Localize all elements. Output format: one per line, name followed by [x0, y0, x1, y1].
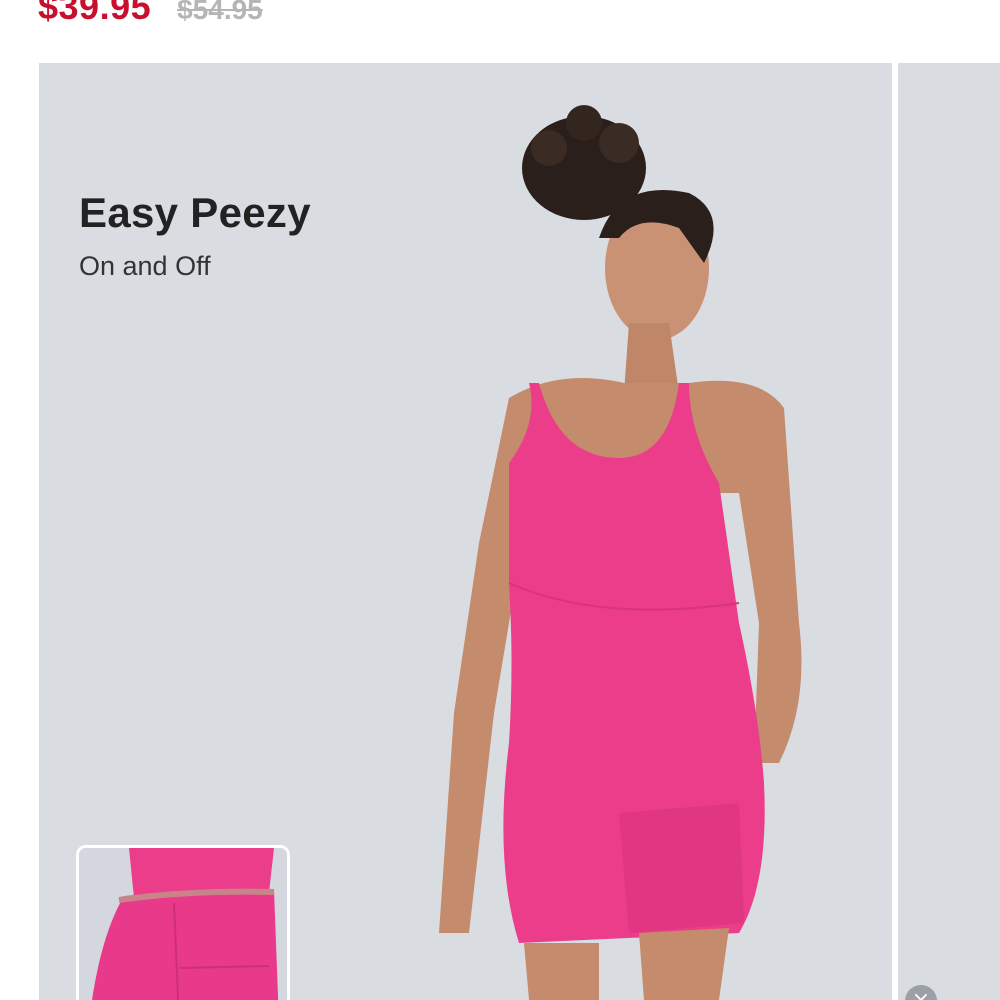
thumbnail-photo — [79, 848, 287, 1000]
banner-headline: Easy Peezy — [79, 189, 311, 236]
thumbnail-image[interactable] — [76, 845, 290, 1000]
next-image-preview[interactable] — [898, 63, 1000, 1000]
price-row: $39.95 $54.95 — [38, 0, 263, 46]
product-image-carousel[interactable]: Easy Peezy On and Off — [39, 63, 892, 1000]
banner-subline: On and Off — [79, 251, 211, 281]
product-page: $39.95 $54.95 Easy Peezy On and Off — [0, 0, 1000, 1000]
sale-price: $39.95 — [38, 0, 152, 27]
original-price: $54.95 — [177, 0, 263, 25]
